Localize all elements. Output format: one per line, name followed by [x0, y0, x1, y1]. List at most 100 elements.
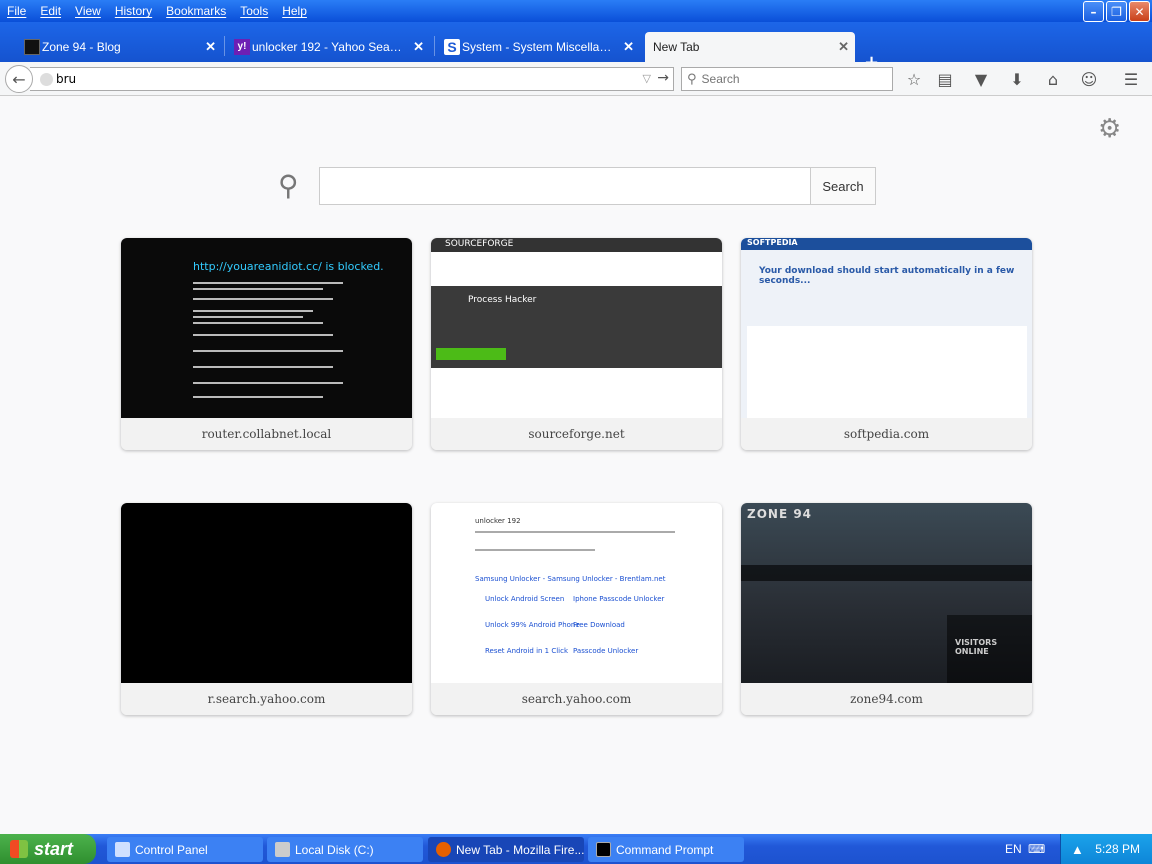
tile-label: router.collabnet.local	[121, 418, 412, 450]
go-arrow-icon[interactable]: →	[657, 70, 669, 86]
disk-icon	[275, 842, 290, 857]
menu-help[interactable]: Help	[275, 4, 314, 18]
thumb-subheading: Your download should start automatically…	[759, 266, 1015, 286]
menu-edit[interactable]: Edit	[33, 4, 68, 18]
bookmarks-menu-icon[interactable]: ▤	[934, 68, 956, 90]
hamburger-menu-icon[interactable]: ☰	[1120, 68, 1142, 90]
menu-history[interactable]: History	[108, 4, 159, 18]
thumb-line	[193, 350, 343, 352]
thumb-heading: SOFTPEDIA	[747, 238, 798, 247]
thumb-link: Iphone Passcode Unlocker	[573, 595, 665, 603]
hello-chat-icon[interactable]: ☺	[1078, 68, 1100, 90]
tab-zone94[interactable]: Zone 94 - Blog ✕	[20, 32, 222, 62]
thumb-download-button	[436, 348, 506, 360]
thumb-line	[193, 310, 313, 312]
search-input[interactable]	[701, 72, 882, 86]
thumb-line	[193, 322, 323, 324]
top-site-tile[interactable]: http://youareanidiot.cc/ is blocked. rou…	[121, 238, 412, 450]
tile-thumbnail	[121, 503, 412, 683]
keyboard-icon[interactable]: ⌨	[1028, 842, 1045, 856]
search-icon: ⚲	[687, 71, 697, 87]
thumb-query: unlocker 192	[475, 517, 521, 525]
thumb-line	[193, 288, 323, 290]
tab-close-icon[interactable]: ✕	[623, 39, 634, 55]
new-tab-search: ⚲ Search	[278, 167, 878, 207]
gear-icon[interactable]: ⚙	[1098, 114, 1121, 144]
tile-thumbnail: SOFTPEDIA Your download should start aut…	[741, 238, 1032, 418]
bookmark-star-icon[interactable]: ☆	[903, 68, 925, 90]
command-prompt-icon	[596, 842, 611, 857]
taskbar-item-label: Command Prompt	[616, 842, 714, 857]
network-icon[interactable]: ▲	[1071, 842, 1084, 857]
taskbar-item-local-disk[interactable]: Local Disk (C:)	[267, 837, 423, 862]
taskbar-item-command-prompt[interactable]: Command Prompt	[588, 837, 744, 862]
tile-thumbnail: unlocker 192 Samsung Unlocker - Samsung …	[431, 503, 722, 683]
home-icon[interactable]: ⌂	[1042, 68, 1064, 90]
search-bar[interactable]: ⚲	[681, 67, 893, 91]
thumb-heading: http://youareanidiot.cc/ is blocked.	[193, 260, 384, 273]
clock[interactable]: 5:28 PM	[1095, 842, 1140, 856]
search-icon: ⚲	[278, 169, 299, 202]
language-indicator[interactable]: EN	[1005, 842, 1022, 856]
top-site-tile[interactable]: unlocker 192 Samsung Unlocker - Samsung …	[431, 503, 722, 715]
windows-flag-icon	[10, 840, 28, 858]
tab-softpedia[interactable]: S System - System Miscellaneou... ✕	[440, 32, 640, 62]
top-site-tile[interactable]: r.search.yahoo.com	[121, 503, 412, 715]
menu-view[interactable]: View	[68, 4, 108, 18]
taskbar-item-firefox[interactable]: New Tab - Mozilla Fire...	[428, 837, 584, 862]
tab-close-icon[interactable]: ✕	[838, 39, 849, 55]
menu-bookmarks[interactable]: Bookmarks	[159, 4, 233, 18]
tab-close-icon[interactable]: ✕	[205, 39, 216, 55]
tile-label: sourceforge.net	[431, 418, 722, 450]
history-dropdown-icon[interactable]: ▽	[643, 72, 651, 85]
tile-label: softpedia.com	[741, 418, 1032, 450]
thumb-line	[193, 334, 333, 336]
minimize-icon[interactable]: –	[1083, 1, 1104, 22]
back-arrow-icon[interactable]: ←	[5, 65, 33, 93]
search-button[interactable]: Search	[810, 167, 876, 205]
pocket-icon[interactable]: ▼	[970, 68, 992, 90]
menu-tools[interactable]: Tools	[233, 4, 275, 18]
top-site-tile[interactable]: SOFTPEDIA Your download should start aut…	[741, 238, 1032, 450]
thumb-link: Unlock 99% Android Phone	[485, 621, 580, 629]
tile-thumbnail: ZONE 94 VISITORS ONLINE	[741, 503, 1032, 683]
new-tab-search-input[interactable]	[319, 167, 811, 205]
thumb-line	[193, 282, 343, 284]
top-site-tile[interactable]: SOURCEFORGE Process Hacker sourceforge.n…	[431, 238, 722, 450]
tile-label: search.yahoo.com	[431, 683, 722, 715]
control-panel-icon	[115, 842, 130, 857]
tab-title: Zone 94 - Blog	[42, 40, 121, 54]
firefox-icon	[436, 842, 451, 857]
url-input[interactable]	[56, 70, 626, 88]
thumb-link: Reset Android in 1 Click	[485, 647, 569, 655]
zone94-favicon	[24, 39, 40, 55]
thumb-subheading: VISITORS ONLINE	[955, 638, 998, 656]
thumb-line	[193, 316, 303, 318]
tile-label: r.search.yahoo.com	[121, 683, 412, 715]
tab-new-tab[interactable]: New Tab ✕	[645, 32, 855, 62]
globe-icon	[40, 73, 53, 86]
thumb-link: Unlock Android Screen	[485, 595, 565, 603]
url-bar[interactable]: ▽ →	[30, 67, 674, 91]
close-icon[interactable]: ✕	[1129, 1, 1150, 22]
tab-yahoo[interactable]: y! unlocker 192 - Yahoo Search ... ✕	[230, 32, 430, 62]
taskbar: start Control Panel Local Disk (C:) New …	[0, 834, 1152, 864]
tab-separator	[224, 36, 225, 56]
taskbar-item-label: Control Panel	[135, 842, 208, 857]
start-button[interactable]: start	[0, 834, 96, 864]
taskbar-item-control-panel[interactable]: Control Panel	[107, 837, 263, 862]
tab-close-icon[interactable]: ✕	[413, 39, 424, 55]
tile-label: zone94.com	[741, 683, 1032, 715]
thumb-link: Samsung Unlocker - Samsung Unlocker - Br…	[475, 575, 666, 583]
tab-strip: Zone 94 - Blog ✕ y! unlocker 192 - Yahoo…	[0, 22, 1152, 73]
tab-title: unlocker 192 - Yahoo Search ...	[252, 40, 402, 54]
restore-icon[interactable]: ❐	[1106, 1, 1127, 22]
thumb-logo: ZONE 94	[747, 507, 813, 521]
navigation-toolbar: ▽ → ← ⚲ ☆ ▤ ▼ ⬇ ⌂ ☺ ☰	[0, 62, 1152, 96]
downloads-icon[interactable]: ⬇	[1006, 68, 1028, 90]
thumb-line	[475, 531, 675, 533]
thumb-line	[193, 298, 333, 300]
top-site-tile[interactable]: ZONE 94 VISITORS ONLINE zone94.com	[741, 503, 1032, 715]
window-controls: – ❐ ✕	[1083, 1, 1150, 22]
menu-file[interactable]: File	[0, 4, 33, 18]
